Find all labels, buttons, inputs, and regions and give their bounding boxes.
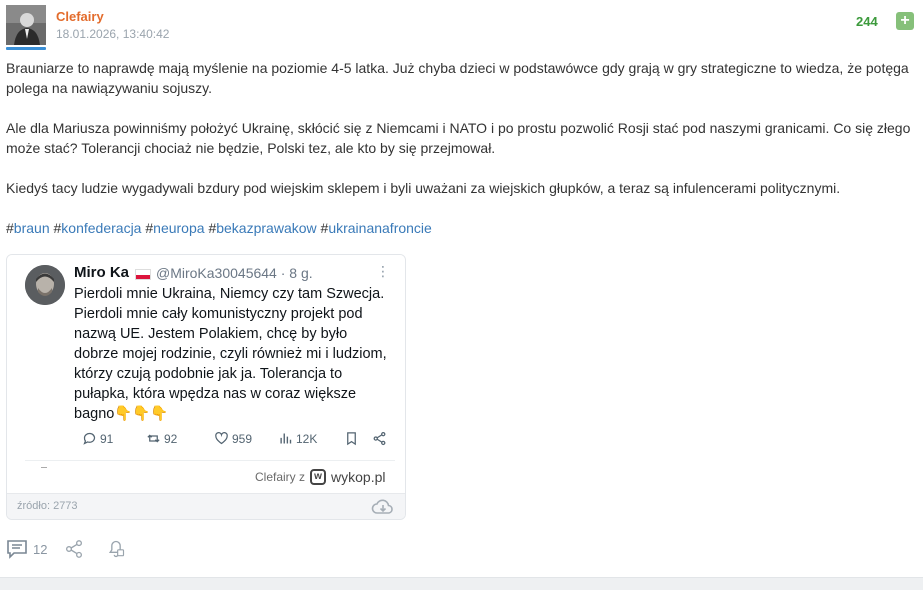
tweet-avatar bbox=[25, 265, 65, 305]
poland-flag-icon bbox=[135, 269, 151, 280]
share-icon bbox=[373, 431, 386, 446]
source-link[interactable]: źródło: 2773 bbox=[17, 500, 78, 512]
tweet-views: 12K bbox=[278, 431, 317, 446]
comments-button[interactable]: 12 bbox=[6, 539, 47, 559]
share-button[interactable] bbox=[64, 539, 84, 559]
comments-count: 12 bbox=[33, 541, 48, 557]
avatar-underline bbox=[6, 47, 46, 50]
tweet-share bbox=[372, 431, 387, 446]
notify-button[interactable] bbox=[106, 539, 126, 559]
tag-link[interactable]: konfederacja bbox=[61, 220, 141, 236]
tweet-author-name: Miro Ka bbox=[74, 264, 130, 281]
post-paragraph: Brauniarze to naprawdę mają myślenie na … bbox=[6, 60, 909, 96]
next-entry-divider bbox=[0, 577, 923, 590]
tweet-screenshot: Miro Ka @MiroKa30045644 · 8 g. ⋮ Pierdol… bbox=[7, 255, 405, 493]
retweet-icon bbox=[147, 434, 160, 443]
share-icon bbox=[66, 540, 82, 558]
tag-link[interactable]: ukrainanafroncie bbox=[328, 220, 432, 236]
watermark-author: Clefairy z bbox=[255, 470, 306, 484]
tweet-text: Pierdoli mnie Ukraina, Niemcy czy tam Sz… bbox=[74, 286, 387, 422]
tag-link[interactable]: braun bbox=[14, 220, 50, 236]
reply-icon bbox=[83, 432, 96, 445]
post-entry: Clefairy 18.01.2026, 13:40:42 244 + Brau… bbox=[0, 0, 923, 590]
tweet-retweet: 92 bbox=[146, 431, 177, 446]
upvote-button[interactable]: + bbox=[896, 12, 914, 30]
tweet-handle: @MiroKa30045644 · 8 g. bbox=[156, 265, 313, 281]
views-count: 12K bbox=[296, 431, 318, 446]
tweet-reply: 91 bbox=[82, 431, 113, 446]
bookmark-icon bbox=[347, 432, 356, 446]
tag-list: #braun #konfederacja #neuropa #bekazpraw… bbox=[6, 220, 432, 236]
post-date[interactable]: 18.01.2026, 13:40:42 bbox=[56, 27, 169, 41]
bell-icon bbox=[108, 540, 125, 558]
post-paragraph: Kiedyś tacy ludzie wygadywali bzdury pod… bbox=[6, 180, 841, 196]
comments-icon bbox=[7, 540, 27, 559]
post-paragraph: Ale dla Mariusza powinniśmy położyć Ukra… bbox=[6, 120, 911, 156]
tweet-like: 959 bbox=[214, 431, 252, 446]
views-icon bbox=[280, 433, 292, 444]
card-footer: źródło: 2773 bbox=[7, 493, 405, 519]
vote-count: 244 bbox=[856, 14, 878, 29]
heart-icon bbox=[215, 432, 228, 445]
wykop-logo-icon: w bbox=[310, 469, 327, 485]
watermark-site: wykop.pl bbox=[331, 469, 386, 485]
tweet-actions: 91 92 959 12K bbox=[74, 431, 394, 451]
more-options-icon: ⋮ bbox=[376, 263, 390, 279]
embedded-image-card[interactable]: Miro Ka @MiroKa30045644 · 8 g. ⋮ Pierdol… bbox=[6, 254, 406, 520]
tweet-divider bbox=[25, 460, 395, 461]
tweet-bookmark bbox=[344, 431, 359, 446]
tweet-dash bbox=[41, 467, 47, 468]
like-count: 959 bbox=[232, 431, 253, 446]
reply-count: 91 bbox=[100, 431, 114, 446]
tag-link[interactable]: bekazprawakow bbox=[216, 220, 316, 236]
author-avatar[interactable] bbox=[6, 5, 46, 45]
tag-link[interactable]: neuropa bbox=[153, 220, 204, 236]
wykop-watermark: Clefairy z w wykop.pl bbox=[255, 469, 385, 485]
author-name[interactable]: Clefairy bbox=[56, 9, 104, 24]
retweet-count: 92 bbox=[164, 431, 178, 446]
cloud-download-icon[interactable] bbox=[371, 498, 395, 519]
